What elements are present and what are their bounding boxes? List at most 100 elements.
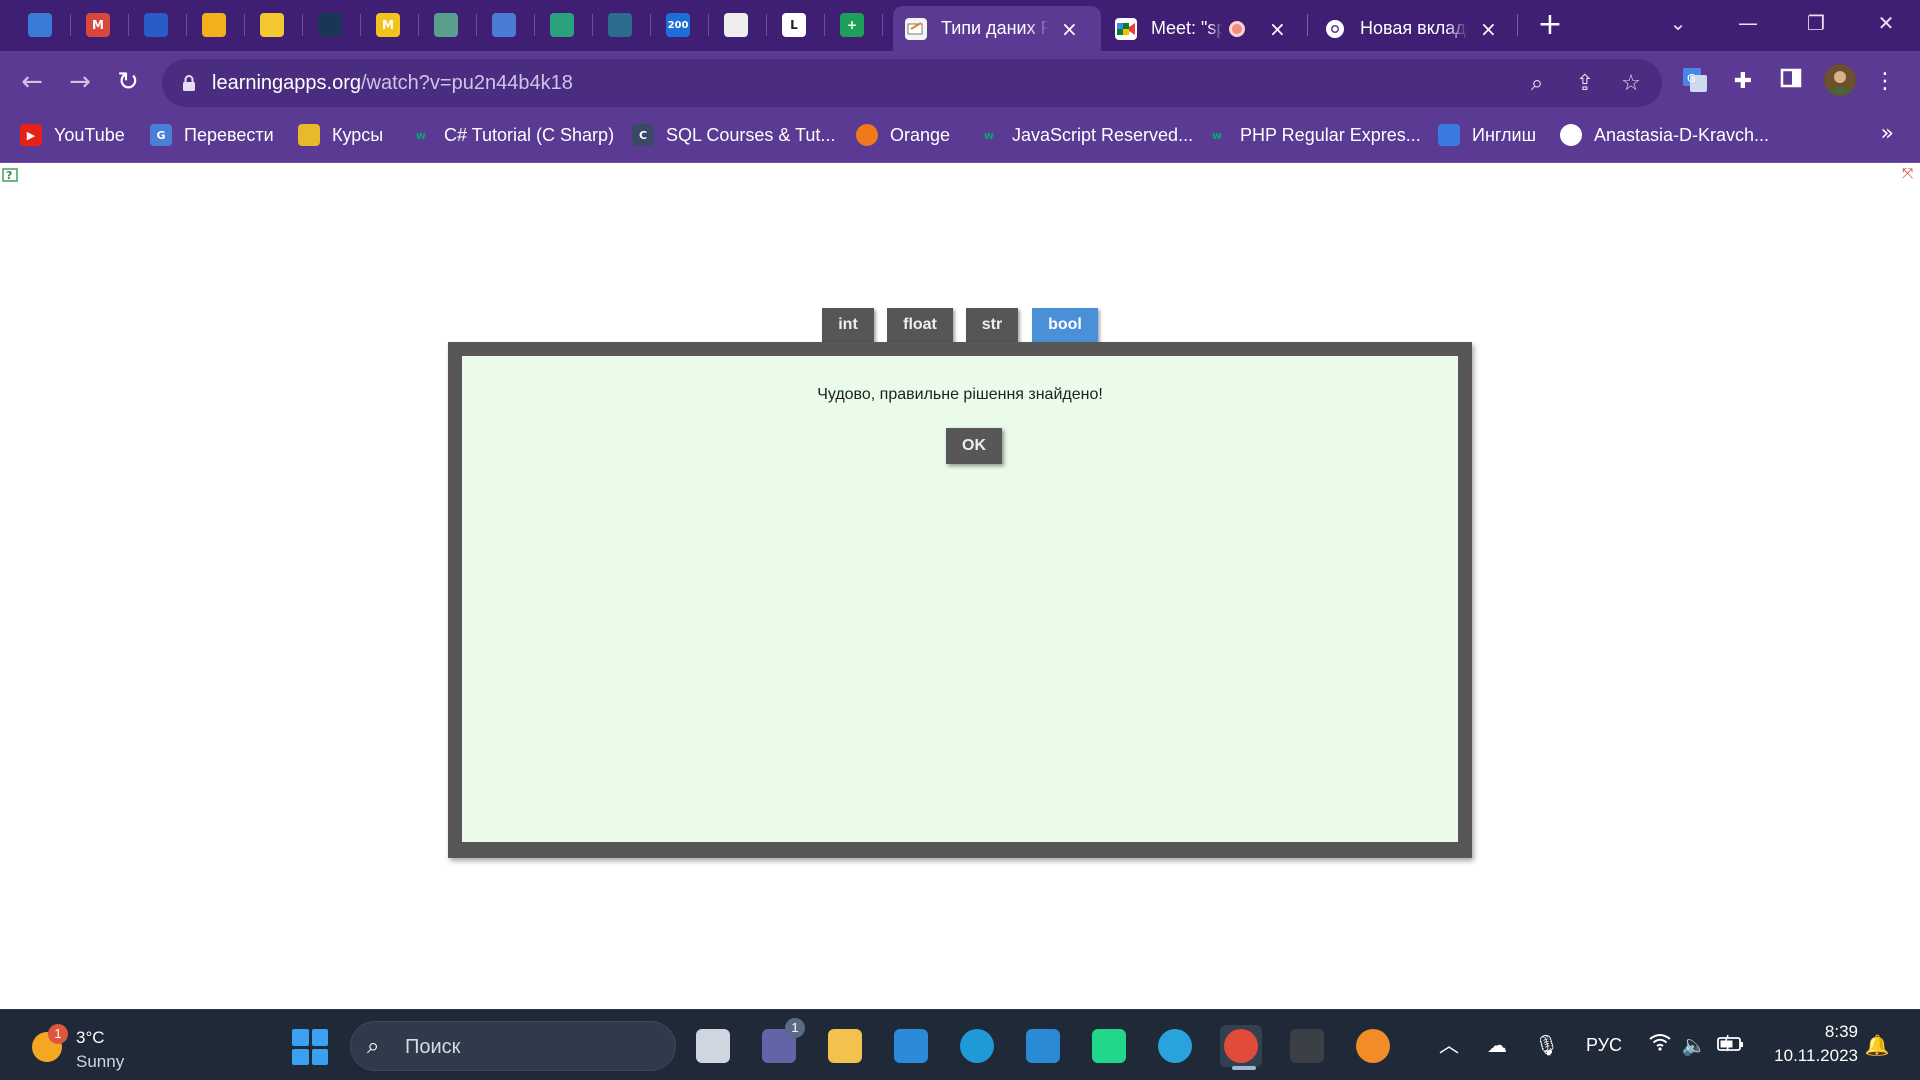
- taskbar-app[interactable]: [890, 1025, 932, 1067]
- pinned-tab[interactable]: [428, 9, 464, 41]
- start-button[interactable]: [292, 1029, 328, 1065]
- zoom-icon[interactable]: ⌕: [1524, 71, 1550, 97]
- tab-new-tab[interactable]: Новая вкладка ×: [1312, 6, 1516, 51]
- mail-icon: [894, 1029, 928, 1063]
- active-app-indicator: [1232, 1066, 1256, 1070]
- taskbar-search[interactable]: ⌕ Поиск: [350, 1021, 676, 1071]
- translate-extension-icon[interactable]: G: [1680, 67, 1710, 97]
- pinned-tab[interactable]: [602, 9, 638, 41]
- taskbar-app[interactable]: [1286, 1025, 1328, 1067]
- bookmark-item[interactable]: Orange: [856, 113, 950, 157]
- bell-icon: [202, 13, 226, 37]
- 200-icon: 200: [666, 13, 690, 37]
- ok-button[interactable]: OK: [946, 428, 1002, 464]
- bookmark-star-icon[interactable]: ☆: [1618, 71, 1644, 97]
- minimize-button[interactable]: —: [1728, 8, 1768, 38]
- taskbar-app[interactable]: [692, 1025, 734, 1067]
- clock[interactable]: 8:39 10.11.2023: [1766, 1020, 1858, 1068]
- extensions-icon[interactable]: ✚: [1728, 67, 1758, 97]
- back-button[interactable]: ←: [14, 64, 50, 100]
- tab-divider: [766, 14, 767, 36]
- taskbar-app[interactable]: [1022, 1025, 1064, 1067]
- weather-widget[interactable]: 1 3°C Sunny: [28, 1020, 148, 1071]
- tab-title: Meet: "sp: [1151, 18, 1223, 38]
- battery-icon[interactable]: [1716, 1032, 1746, 1058]
- taskbar-app[interactable]: [824, 1025, 866, 1067]
- notifications-icon[interactable]: 🔔: [1864, 1032, 1890, 1058]
- pinned-tab[interactable]: [486, 9, 522, 41]
- bookmark-label: Anastasia-D-Kravch...: [1594, 124, 1770, 145]
- bookmark-item[interactable]: C SQL Courses & Tut...: [632, 113, 835, 157]
- taskbar-app[interactable]: [1154, 1025, 1196, 1067]
- pinned-tab[interactable]: M: [80, 9, 116, 41]
- pinned-tab[interactable]: L: [776, 9, 812, 41]
- taskbar-app[interactable]: [1352, 1025, 1394, 1067]
- bookmark-item[interactable]: ▶ YouTube: [20, 113, 125, 157]
- wave-icon: [608, 13, 632, 37]
- category-tab-str[interactable]: str: [966, 308, 1018, 342]
- tab-divider: [882, 14, 883, 36]
- pinned-tab[interactable]: [138, 9, 174, 41]
- wifi-icon[interactable]: [1646, 1032, 1674, 1058]
- tab-title: Новая вкладка: [1360, 18, 1468, 38]
- tab-search-button[interactable]: ⌄: [1658, 8, 1698, 38]
- courses-icon: [298, 124, 320, 146]
- bookmarks-more-button[interactable]: »: [1881, 121, 1894, 146]
- category-tab-int[interactable]: int: [822, 308, 874, 342]
- taskbar-app[interactable]: [1220, 1025, 1262, 1067]
- tab-active[interactable]: Типи даних Python ×: [893, 6, 1101, 51]
- bookmark-item[interactable]: Anastasia-D-Kravch...: [1560, 113, 1769, 157]
- tab-meet[interactable]: Meet: "sp ×: [1103, 6, 1303, 51]
- close-tab-icon[interactable]: ×: [1269, 19, 1286, 39]
- bookmark-item[interactable]: w PHP Regular Expres...: [1206, 113, 1421, 157]
- teams-badge: 1: [785, 1018, 805, 1038]
- tab-divider: [476, 14, 477, 36]
- pinned-tab[interactable]: +: [834, 9, 870, 41]
- category-tab-bool[interactable]: bool: [1032, 308, 1098, 342]
- taskbar-app[interactable]: [1088, 1025, 1130, 1067]
- url-text[interactable]: learningapps.org/watch?v=pu2n44b4k18: [212, 59, 573, 107]
- tab-divider: [708, 14, 709, 36]
- books-icon: [144, 13, 168, 37]
- weather-temperature: 3°C: [76, 1028, 105, 1047]
- pinned-tab[interactable]: [544, 9, 580, 41]
- pinned-tab[interactable]: [254, 9, 290, 41]
- pinned-tab[interactable]: [196, 9, 232, 41]
- category-tab-float[interactable]: float: [887, 308, 953, 342]
- pinned-tab[interactable]: [312, 9, 348, 41]
- reload-button[interactable]: ↻: [110, 64, 146, 100]
- forward-button[interactable]: →: [62, 64, 98, 100]
- restore-button[interactable]: ❐: [1796, 8, 1836, 38]
- chevron-up-icon[interactable]: ︿: [1436, 1032, 1462, 1058]
- tab-title: Типи даних Python: [941, 18, 1049, 38]
- bookmark-item[interactable]: Инглиш: [1438, 113, 1536, 157]
- bookmark-item[interactable]: w JavaScript Reserved...: [978, 113, 1193, 157]
- menu-icon[interactable]: ⋮: [1870, 67, 1900, 97]
- bookmark-item[interactable]: w C# Tutorial (C Sharp): [410, 113, 614, 157]
- close-tab-icon[interactable]: ×: [1061, 19, 1078, 39]
- pinned-tab[interactable]: M: [370, 9, 406, 41]
- address-bar[interactable]: learningapps.org/watch?v=pu2n44b4k18 ⌕ ⇪…: [162, 59, 1662, 107]
- close-tab-icon[interactable]: ×: [1480, 19, 1497, 39]
- avatar[interactable]: [1823, 63, 1857, 97]
- pinned-tab[interactable]: [718, 9, 754, 41]
- side-panel-icon[interactable]: [1776, 67, 1806, 97]
- taskbar: 1 3°C Sunny ⌕ Поиск ︿ ☁ 🎙 РУС 🔈 8:39 10.…: [0, 1009, 1920, 1080]
- bookmark-item[interactable]: G Перевести: [150, 113, 274, 157]
- clock-date: 10.11.2023: [1774, 1046, 1858, 1065]
- pinned-tab[interactable]: [22, 9, 58, 41]
- help-icon[interactable]: ?: [2, 167, 20, 185]
- close-window-button[interactable]: ✕: [1866, 8, 1906, 38]
- lock-icon[interactable]: [182, 74, 196, 92]
- taskbar-app[interactable]: [956, 1025, 998, 1067]
- pinned-tab[interactable]: 200: [660, 9, 696, 41]
- fullscreen-icon[interactable]: ⤧: [1902, 167, 1918, 183]
- onedrive-icon[interactable]: ☁: [1482, 1032, 1512, 1058]
- new-tab-button[interactable]: +: [1534, 10, 1566, 42]
- file-explorer-icon: [828, 1029, 862, 1063]
- microphone-icon[interactable]: 🎙: [1534, 1032, 1559, 1058]
- bookmark-item[interactable]: Курсы: [298, 113, 383, 157]
- language-indicator[interactable]: РУС: [1586, 1032, 1622, 1058]
- volume-icon[interactable]: 🔈: [1680, 1032, 1708, 1058]
- share-icon[interactable]: ⇪: [1572, 71, 1598, 97]
